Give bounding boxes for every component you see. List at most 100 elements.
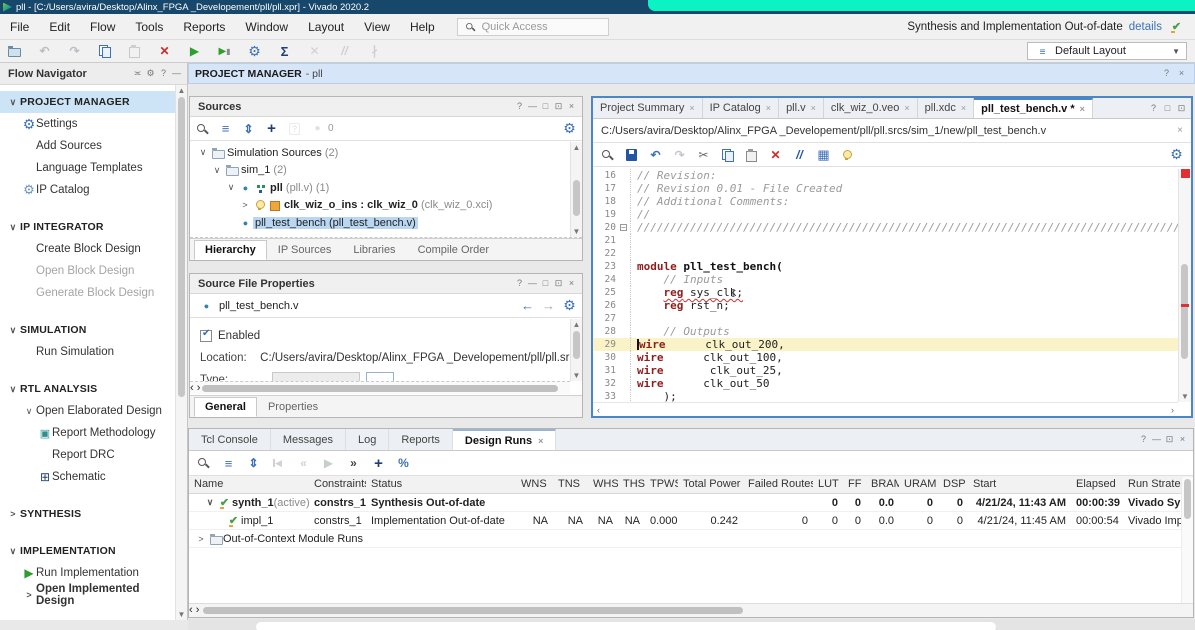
menu-item-file[interactable]: File — [0, 20, 39, 34]
code-line[interactable]: 32wire clk_out_50 — [593, 377, 1178, 390]
menu-item-window[interactable]: Window — [235, 20, 298, 34]
sidebar-item-report-drc[interactable]: Report DRC — [0, 444, 175, 466]
sidebar-section-implementation[interactable]: ∨IMPLEMENTATION — [0, 540, 175, 562]
scroll-down-icon[interactable]: ▼ — [571, 370, 582, 381]
scrollbar-thumb[interactable] — [202, 385, 558, 392]
sidebar-item-create-block-design[interactable]: Create Block Design — [0, 238, 175, 260]
add-icon[interactable] — [370, 455, 387, 471]
sources-scrollbar[interactable]: ▲ ▼ — [570, 142, 582, 237]
column-header-lut[interactable]: LUT — [813, 476, 843, 493]
gear-icon[interactable]: ⚙ — [144, 67, 157, 80]
editor-tab-pll-v[interactable]: pll.v× — [779, 98, 824, 118]
scroll-right-icon[interactable]: › — [196, 604, 200, 616]
code-line[interactable]: 24 // Inputs — [593, 273, 1178, 286]
column-header-tns[interactable]: TNS — [553, 476, 588, 493]
scroll-left-icon[interactable]: ‹ — [190, 382, 194, 394]
scroll-up-icon[interactable]: ▲ — [571, 319, 582, 330]
scroll-left-icon[interactable]: ‹ — [189, 604, 193, 616]
code-line[interactable]: 19// — [593, 208, 1178, 221]
delete-icon[interactable] — [767, 147, 784, 163]
step-icon[interactable] — [216, 43, 233, 59]
type-select[interactable] — [272, 372, 360, 381]
sidebar-item-settings[interactable]: Settings — [0, 113, 175, 135]
scroll-up-icon[interactable]: ▲ — [176, 85, 187, 96]
editor-tab-pll-test-bench-v[interactable]: pll_test_bench.v *× — [974, 98, 1093, 118]
code-line[interactable]: 22 — [593, 247, 1178, 260]
chevron-down-icon[interactable]: ∨ — [6, 222, 20, 233]
copy-icon[interactable] — [719, 147, 736, 163]
properties-tab-properties[interactable]: Properties — [257, 397, 329, 417]
sidebar-item-open-implemented-design[interactable]: >Open Implemented Design — [0, 584, 175, 606]
table-row[interactable]: ∨synth_1 (active)constrs_1Synthesis Out-… — [189, 494, 1193, 512]
bulb-icon[interactable] — [839, 147, 856, 163]
percent-icon[interactable] — [395, 455, 412, 471]
collapse-icon[interactable] — [217, 121, 234, 137]
chevron-down-icon[interactable]: ∨ — [22, 406, 36, 417]
code-line[interactable]: 18// Additional Comments: — [593, 195, 1178, 208]
table-row[interactable]: >Out-of-Context Module Runs — [189, 530, 1193, 548]
column-header-constraints[interactable]: Constraints — [309, 476, 366, 493]
scrollbar-thumb[interactable] — [178, 97, 185, 397]
collapse-icon[interactable] — [220, 455, 237, 471]
help-icon[interactable]: ? — [513, 277, 526, 290]
properties-tab-general[interactable]: General — [194, 397, 257, 417]
code-line[interactable]: 29wire clk_out_200, — [593, 338, 1178, 351]
code-line[interactable]: 27 — [593, 312, 1178, 325]
menu-item-flow[interactable]: Flow — [80, 20, 125, 34]
chevron-down-icon[interactable]: ∨ — [203, 497, 217, 508]
scrollbar-thumb[interactable] — [573, 331, 580, 359]
columns-icon[interactable] — [815, 147, 832, 163]
column-header-tpws[interactable]: TPWS — [645, 476, 678, 493]
scrollbar-thumb[interactable] — [1184, 479, 1191, 519]
menu-item-layout[interactable]: Layout — [298, 20, 354, 34]
menu-item-edit[interactable]: Edit — [39, 20, 80, 34]
column-header-ff[interactable]: FF — [843, 476, 866, 493]
enabled-checkbox[interactable] — [200, 330, 212, 342]
help-icon[interactable]: ? — [513, 100, 526, 113]
close-icon[interactable]: × — [1080, 104, 1085, 114]
bottom-tab-tcl-console[interactable]: Tcl Console — [189, 429, 271, 450]
scroll-left-icon[interactable]: ‹ — [597, 403, 600, 417]
details-link[interactable]: details — [1129, 21, 1162, 33]
code-line[interactable]: 23module pll_test_bench( — [593, 260, 1178, 273]
column-header-whs[interactable]: WHS — [588, 476, 618, 493]
copy-icon[interactable] — [96, 43, 113, 59]
chevron-down-icon[interactable]: ∨ — [6, 546, 20, 557]
help-icon[interactable]: ? — [1147, 102, 1160, 115]
design-runs-hscrollbar[interactable]: ‹ › — [189, 603, 1193, 617]
sidebar-section-ip-integrator[interactable]: ∨IP INTEGRATOR — [0, 216, 175, 238]
paste-icon[interactable] — [743, 147, 760, 163]
scroll-up-icon[interactable]: ▲ — [571, 142, 582, 153]
layout-selector[interactable]: Default Layout ▼ — [1027, 42, 1187, 60]
bottom-tab-reports[interactable]: Reports — [389, 429, 453, 450]
menu-item-tools[interactable]: Tools — [125, 20, 173, 34]
sidebar-item-language-templates[interactable]: Language Templates — [0, 157, 175, 179]
sidebar-section-simulation[interactable]: ∨SIMULATION — [0, 319, 175, 341]
tree-item[interactable]: ∨sim_1 (2) — [190, 162, 570, 180]
editor-tab-ip-catalog[interactable]: IP Catalog× — [703, 98, 779, 118]
code-line[interactable]: 28 // Outputs — [593, 325, 1178, 338]
chevron-down-icon[interactable]: ∨ — [224, 182, 238, 193]
code-line[interactable]: 31wire clk_out_25, — [593, 364, 1178, 377]
sidebar-section-rtl-analysis[interactable]: ∨RTL ANALYSIS — [0, 378, 175, 400]
bottom-tab-log[interactable]: Log — [346, 429, 389, 450]
sidebar-item-run-implementation[interactable]: Run Implementation — [0, 562, 175, 584]
close-icon[interactable]: × — [811, 103, 816, 113]
bottom-tab-messages[interactable]: Messages — [271, 429, 346, 450]
maximize-icon[interactable]: □ — [539, 277, 552, 290]
minimize-icon[interactable]: — — [526, 100, 539, 113]
menu-item-view[interactable]: View — [354, 20, 400, 34]
save-icon[interactable] — [623, 147, 640, 163]
scrollbar-thumb[interactable] — [203, 607, 743, 614]
column-header-uram[interactable]: URAM — [899, 476, 938, 493]
code-line[interactable]: 17// Revision 0.01 - File Created — [593, 182, 1178, 195]
column-header-total_power[interactable]: Total Power — [678, 476, 743, 493]
search-icon[interactable] — [194, 121, 211, 137]
gear-icon[interactable] — [246, 43, 263, 59]
close-icon[interactable]: × — [538, 436, 543, 446]
properties-hscrollbar[interactable]: ‹ › — [190, 381, 570, 394]
code-line[interactable]: 21 — [593, 234, 1178, 247]
expand-icon[interactable] — [245, 455, 262, 471]
float-icon[interactable]: ⊡ — [552, 277, 565, 290]
chevron-right-icon[interactable]: > — [6, 509, 20, 519]
